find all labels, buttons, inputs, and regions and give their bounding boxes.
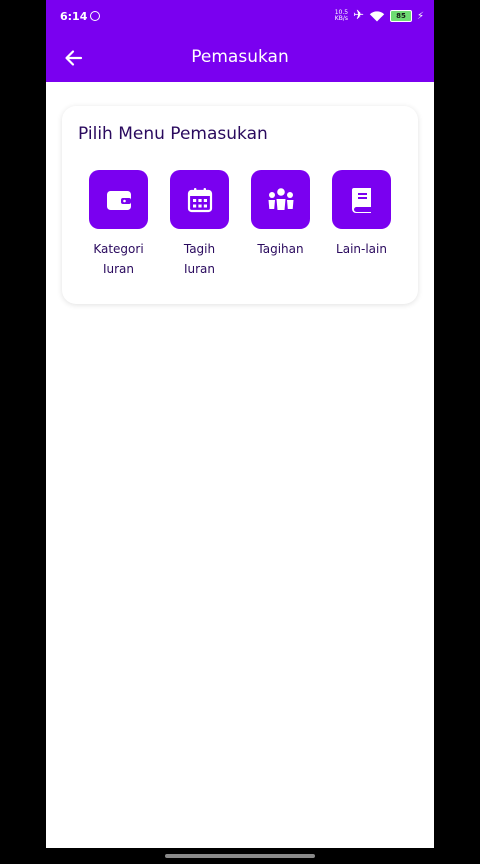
menu-item-label-line2: Iuran xyxy=(183,262,216,276)
airplane-icon: ✈ xyxy=(353,8,364,23)
card-title: Pilih Menu Pemasukan xyxy=(78,124,268,144)
menu-item-kategori-iuran[interactable]: Kategori Iuran xyxy=(78,170,159,279)
menu-card: Pilih Menu Pemasukan Kategori Iuran Tagi… xyxy=(62,106,418,304)
group-icon xyxy=(251,170,310,229)
menu-item-tagihan[interactable]: Tagihan xyxy=(240,170,321,279)
menu-grid: Kategori Iuran Tagih Iuran Tagihan Lain-… xyxy=(78,170,402,279)
menu-item-label-line1: Tagih xyxy=(183,242,216,256)
book-icon xyxy=(332,170,391,229)
menu-item-label: Tagih Iuran xyxy=(165,239,235,279)
wifi-icon xyxy=(369,11,385,22)
sync-icon xyxy=(90,11,100,21)
battery-icon: 85 xyxy=(389,10,412,22)
menu-item-label-line1: Kategori xyxy=(93,242,144,256)
gesture-nav-bar[interactable] xyxy=(165,854,315,858)
status-time: 6:14 xyxy=(60,10,88,23)
calendar-icon xyxy=(170,170,229,229)
app-bar: Pemasukan xyxy=(46,34,434,82)
network-speed: 10.5 KB/s xyxy=(335,10,348,22)
page-title: Pemasukan xyxy=(191,47,289,67)
menu-item-label: Kategori Iuran xyxy=(84,239,154,279)
status-bar: 6:14 10.5 KB/s ✈ 85 ⚡ xyxy=(46,0,434,34)
menu-item-tagih-iuran[interactable]: Tagih Iuran xyxy=(159,170,240,279)
wallet-icon xyxy=(89,170,148,229)
status-icons: 10.5 KB/s ✈ 85 ⚡ xyxy=(335,9,424,23)
menu-item-label: Tagihan xyxy=(246,239,316,259)
network-speed-unit: KB/s xyxy=(334,15,348,22)
app-screen: 6:14 10.5 KB/s ✈ 85 ⚡ Pemasukan Pilih Me… xyxy=(46,0,434,848)
menu-item-label-line1: Tagihan xyxy=(257,242,304,256)
menu-item-label-line2: Iuran xyxy=(102,262,135,276)
menu-item-label: Lain-lain xyxy=(327,239,397,259)
charging-icon: ⚡ xyxy=(416,10,424,22)
menu-item-label-line1: Lain-lain xyxy=(336,242,387,256)
menu-item-lain-lain[interactable]: Lain-lain xyxy=(321,170,402,279)
